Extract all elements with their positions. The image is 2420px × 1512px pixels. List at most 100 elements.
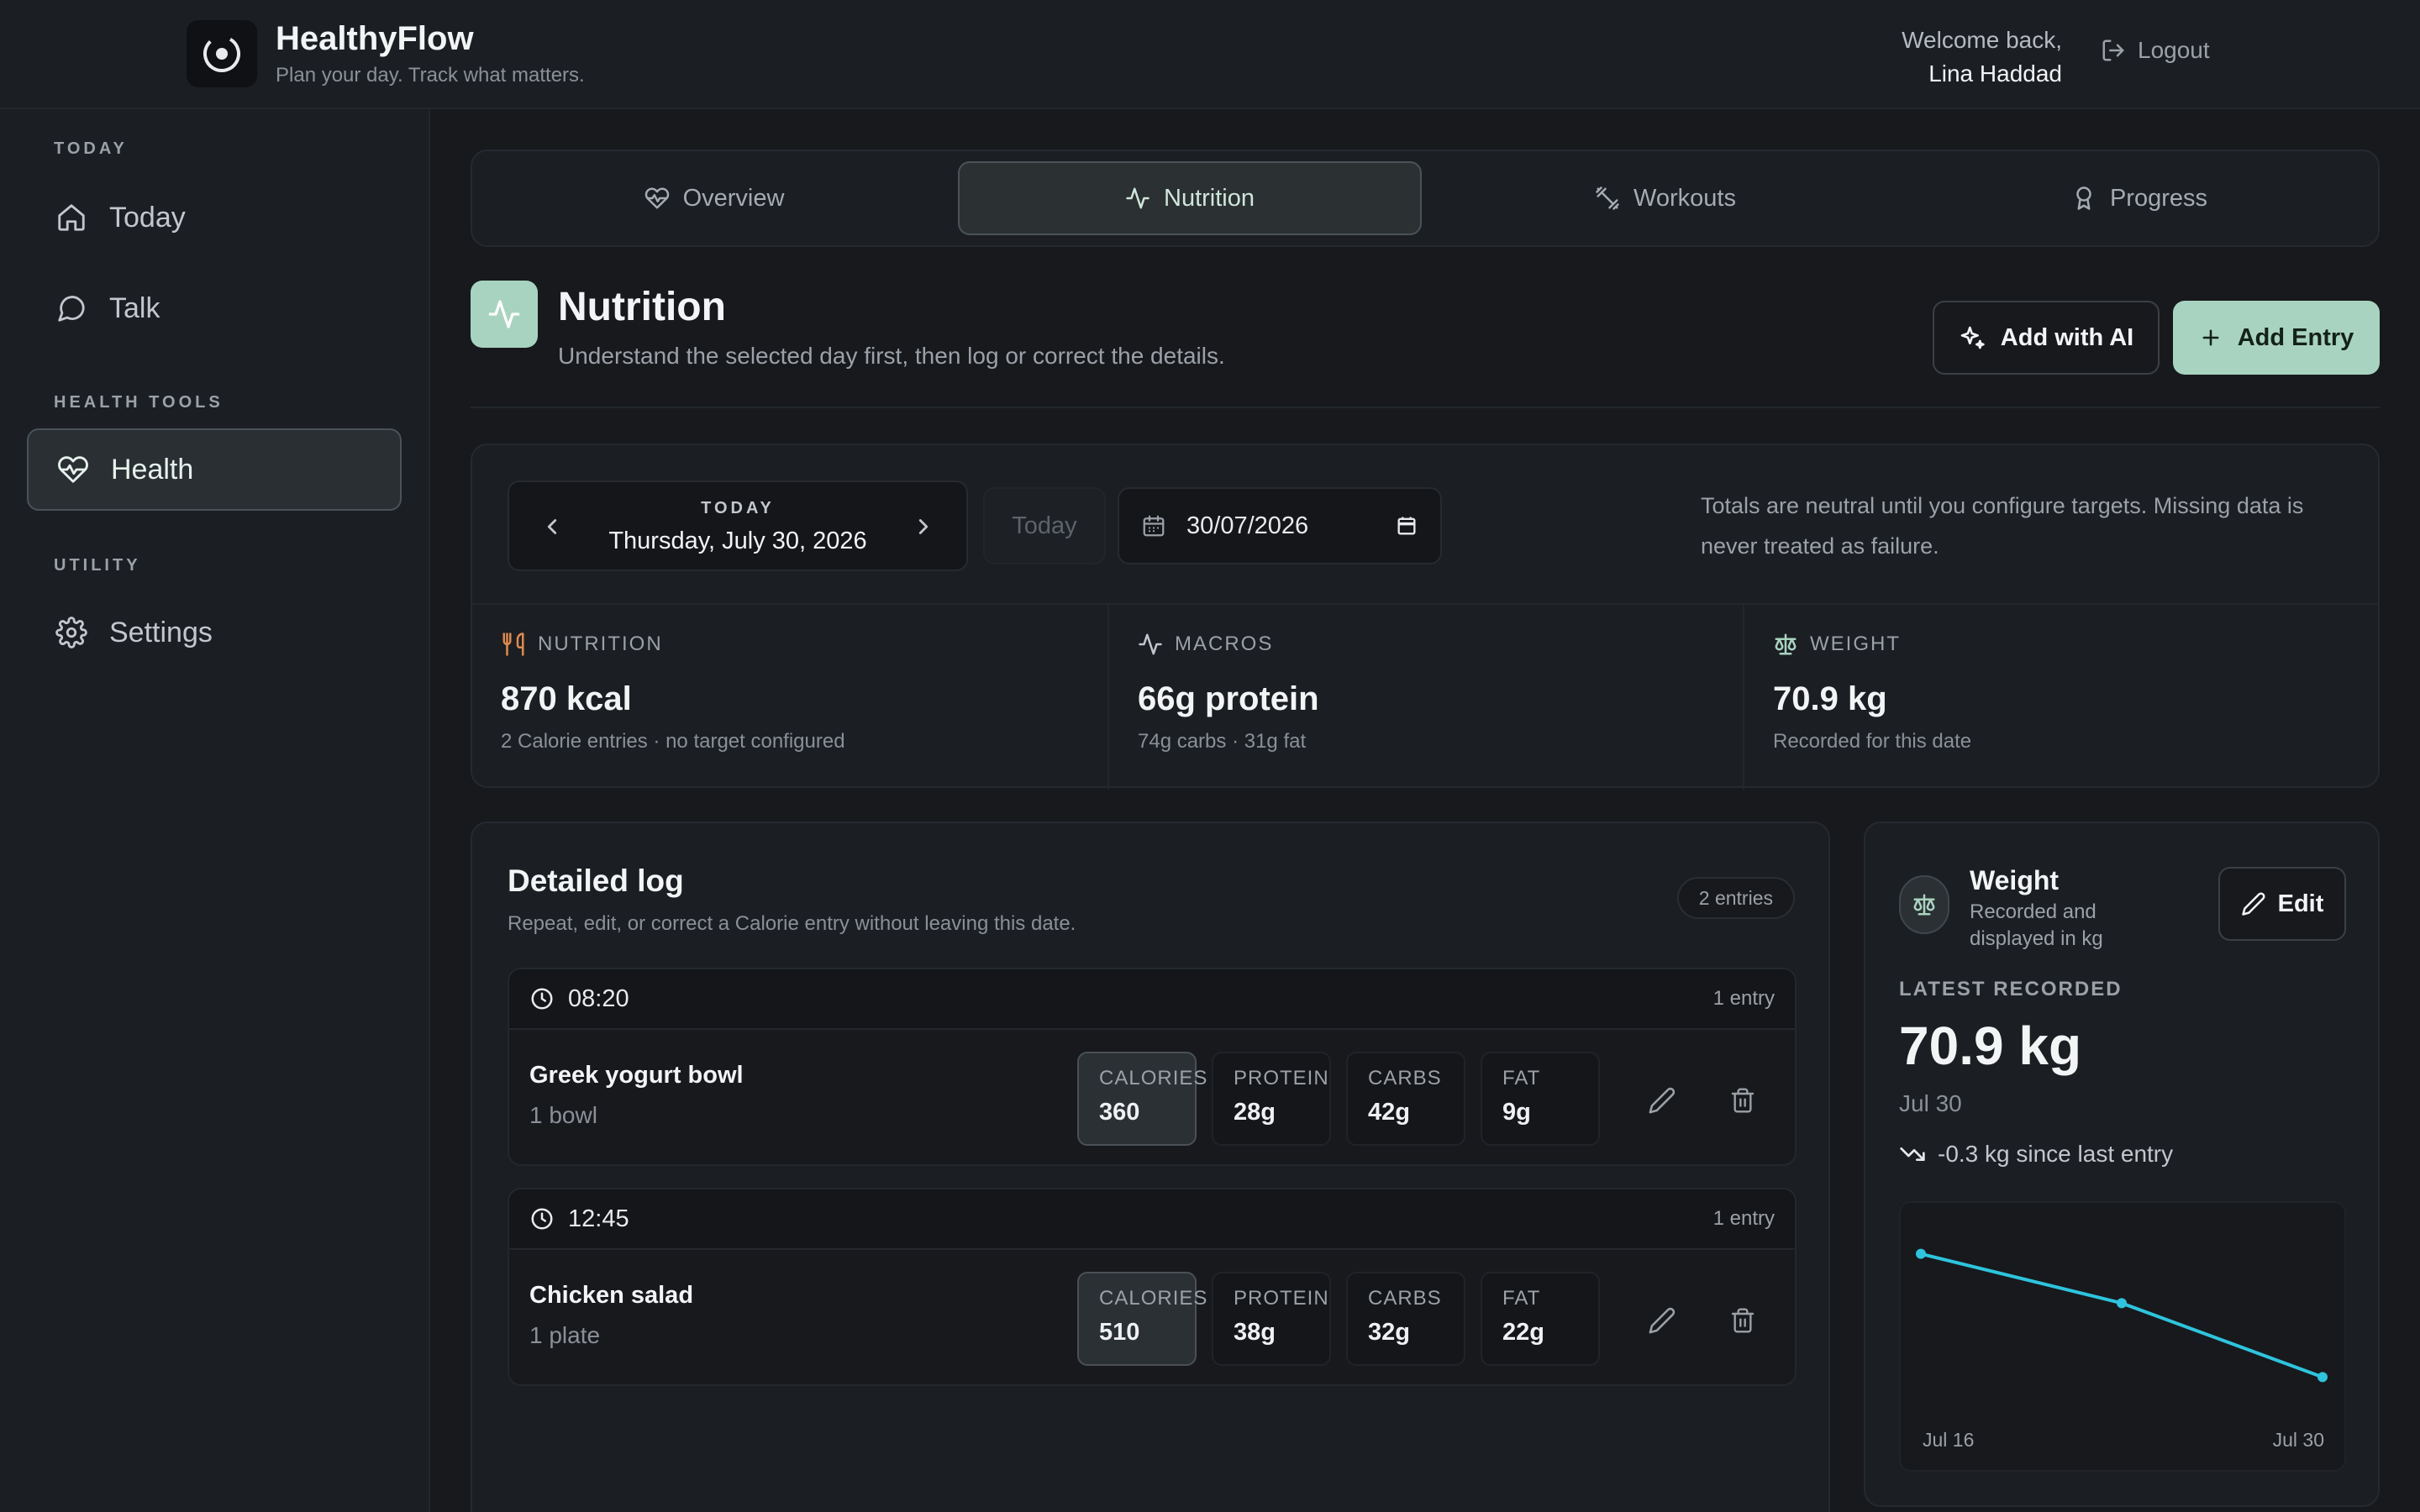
sidebar-item-label: Settings: [109, 616, 213, 648]
sidebar-item-health[interactable]: Health: [27, 428, 402, 511]
tab-overview[interactable]: Overview: [482, 161, 946, 235]
sidebar-item-talk[interactable]: Talk: [27, 267, 402, 349]
weight-data-point: [2117, 1298, 2127, 1309]
add-with-ai-label: Add with AI: [2000, 323, 2134, 351]
stat-label: WEIGHT: [1810, 633, 1901, 655]
tab-progress[interactable]: Progress: [1907, 161, 2371, 235]
app-logo: [187, 20, 257, 87]
clock-icon: [531, 988, 553, 1010]
logout-label: Logout: [2138, 37, 2210, 63]
detailed-log-card: Detailed log Repeat, edit, or correct a …: [471, 822, 1830, 1512]
tab-nutrition[interactable]: Nutrition: [958, 161, 1422, 235]
app-name: HealthyFlow: [276, 20, 474, 57]
meal-time: 12:45: [568, 1205, 629, 1232]
weight-data-point: [1916, 1248, 1926, 1259]
x-tick-label: Jul 30: [2272, 1429, 2324, 1451]
edit-entry-button[interactable]: [1644, 1082, 1681, 1119]
header-divider: [471, 407, 2380, 408]
macro-label: FAT: [1502, 1067, 1541, 1089]
top-bar: HealthyFlow Plan your day. Track what ma…: [0, 0, 2420, 109]
x-tick-label: Jul 16: [1923, 1429, 1975, 1451]
calendar-picker-icon[interactable]: [1395, 514, 1418, 538]
macro-fat: FAT 22g: [1481, 1272, 1600, 1366]
stat-value: 870 kcal: [501, 680, 632, 717]
plus-icon: [2202, 329, 2219, 346]
logo-ring-icon: [203, 35, 240, 72]
tab-label: Progress: [2109, 184, 2208, 212]
macro-label: FAT: [1502, 1287, 1541, 1310]
add-with-ai-button[interactable]: Add with AI: [1933, 301, 2160, 375]
macro-value: 38g: [1234, 1319, 1276, 1346]
add-entry-label: Add Entry: [2237, 323, 2354, 351]
stat-description: 74g carbs · 31g fat: [1138, 730, 1307, 753]
logout-button[interactable]: Logout: [2101, 37, 2210, 64]
tab-label: Nutrition: [1164, 184, 1255, 212]
day-summary-card: TODAY Thursday, July 30, 2026 Today 30/0…: [471, 444, 2380, 790]
macro-label: CARBS: [1368, 1287, 1442, 1310]
meal-quantity: 1 plate: [529, 1322, 601, 1348]
date-caption: TODAY: [701, 499, 775, 517]
delete-entry-button[interactable]: [1724, 1082, 1761, 1119]
trending-down-icon: [1900, 1147, 1925, 1161]
jump-today-button[interactable]: Today: [983, 487, 1106, 564]
selected-date: Thursday, July 30, 2026: [608, 528, 867, 554]
date-picker-input[interactable]: 30/07/2026: [1118, 487, 1442, 564]
sidebar-section-health-tools: HEALTH TOOLS: [54, 393, 224, 412]
clock-icon: [531, 1208, 553, 1230]
weight-card: Weight Recorded and displayed in kg Edit…: [1864, 822, 2380, 1507]
macro-protein: PROTEIN 38g: [1212, 1272, 1331, 1366]
meal-quantity: 1 bowl: [529, 1102, 597, 1128]
delete-entry-button[interactable]: [1724, 1302, 1761, 1339]
macro-value: 42g: [1368, 1099, 1410, 1126]
welcome-line: Welcome back,: [1902, 27, 2062, 53]
activity-icon: [1139, 633, 1162, 655]
meal-name: Greek yogurt bowl: [529, 1062, 744, 1089]
weight-title: Weight: [1970, 865, 2060, 895]
sidebar-section-today: TODAY: [54, 139, 128, 158]
trash-icon: [1731, 1088, 1754, 1113]
welcome-message: Welcome back, Lina Haddad: [1902, 24, 2062, 91]
meal-entry-count: 1 entry: [1712, 987, 1775, 1010]
tab-workouts[interactable]: Workouts: [1434, 161, 1897, 235]
meal-time-header: 12:45 1 entry: [509, 1189, 1795, 1250]
latest-weight-date: Jul 30: [1899, 1090, 1962, 1116]
weight-subtitle: Recorded and displayed in kg: [1970, 900, 2103, 950]
calendar-icon: [1143, 515, 1165, 537]
weight-card-icon: [1899, 875, 1949, 934]
meal-name: Chicken salad: [529, 1282, 694, 1309]
app-tagline: Plan your day. Track what matters.: [276, 64, 585, 87]
pencil-icon: [2241, 892, 2265, 916]
sidebar: TODAY Today Talk HEALTH TOOLS Health UTI…: [0, 109, 430, 1512]
sidebar-item-settings[interactable]: Settings: [27, 591, 402, 674]
sidebar-section-utility: UTILITY: [54, 556, 141, 575]
stat-description: 2 Calorie entries · no target configured: [501, 730, 845, 753]
macro-protein: PROTEIN 28g: [1212, 1052, 1331, 1146]
page-icon: [471, 281, 538, 348]
edit-entry-button[interactable]: [1644, 1302, 1681, 1339]
macro-value: 360: [1099, 1099, 1140, 1126]
next-day-button[interactable]: [911, 512, 936, 545]
sidebar-item-today[interactable]: Today: [27, 176, 402, 259]
entries-count-badge: 2 entries: [1676, 877, 1795, 919]
add-entry-button[interactable]: Add Entry: [2173, 301, 2380, 375]
date-navigator: TODAY Thursday, July 30, 2026: [508, 480, 968, 571]
activity-icon: [488, 300, 520, 328]
targets-note: Totals are neutral until you configure t…: [1701, 493, 2304, 559]
page-title: Nutrition: [558, 285, 726, 329]
weight-series-line: [1920, 1252, 2323, 1379]
stat-weight: WEIGHT 70.9 kg Recorded for this date: [1743, 605, 2378, 790]
macro-value: 22g: [1502, 1319, 1544, 1346]
edit-weight-button[interactable]: Edit: [2218, 867, 2346, 941]
macro-fat: FAT 9g: [1481, 1052, 1600, 1146]
sidebar-item-label: Health: [111, 453, 194, 486]
macro-value: 28g: [1234, 1099, 1276, 1126]
meal-time-header: 08:20 1 entry: [509, 969, 1795, 1030]
stat-macros: MACROS 66g protein 74g carbs · 31g fat: [1107, 605, 1743, 790]
page-subtitle: Understand the selected day first, then …: [558, 343, 1225, 369]
stat-label: MACROS: [1175, 633, 1274, 655]
stat-value: 70.9 kg: [1773, 680, 1887, 717]
stat-label: NUTRITION: [538, 633, 663, 655]
chevron-right-icon: [918, 519, 929, 534]
sparkles-icon: [1960, 326, 1985, 349]
tab-label: Workouts: [1634, 184, 1736, 212]
